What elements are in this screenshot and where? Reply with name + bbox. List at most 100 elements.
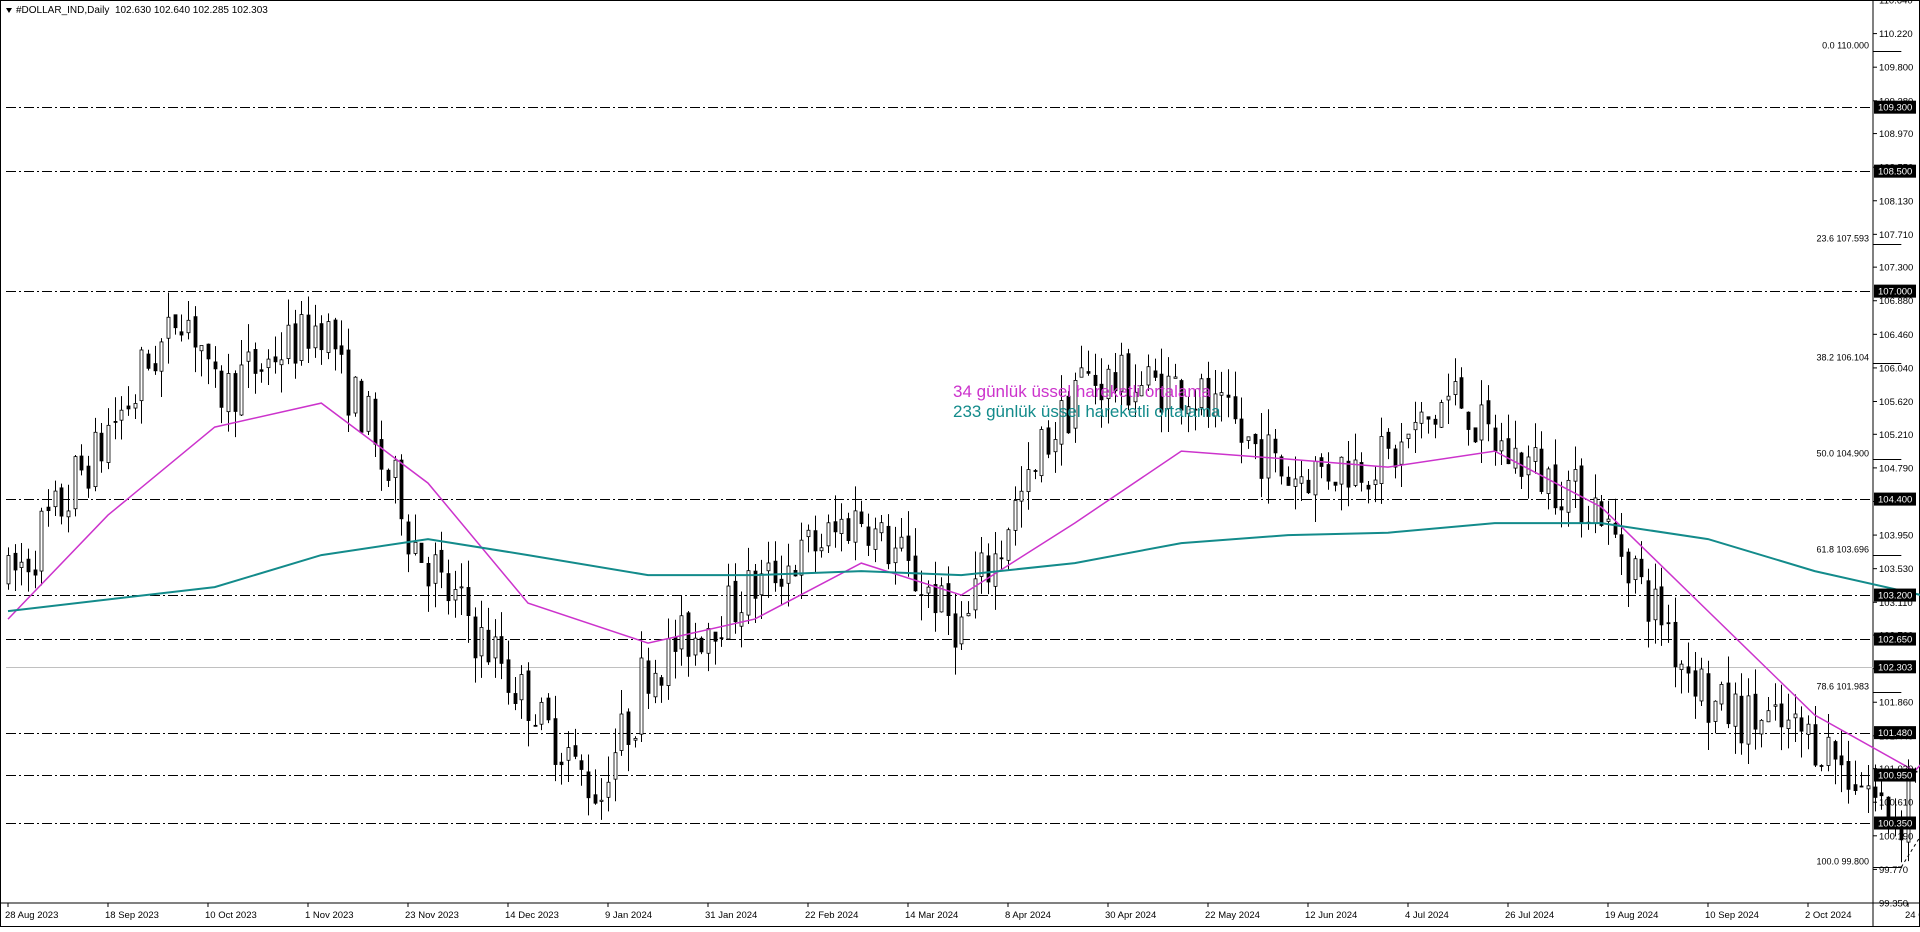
- candle-body: [1426, 416, 1431, 420]
- candle-body: [93, 431, 98, 488]
- candle-body: [946, 583, 951, 616]
- candle-body: [346, 349, 351, 416]
- candle-body: [1526, 456, 1531, 476]
- candle-body: [1466, 411, 1471, 430]
- candle-body: [1306, 479, 1311, 494]
- candle-body: [953, 613, 958, 648]
- candle-body: [333, 319, 338, 350]
- candle-body: [839, 518, 844, 534]
- candle-body: [1866, 785, 1871, 790]
- candle-body: [1019, 490, 1024, 502]
- candle-body: [186, 319, 191, 334]
- candle-body: [1273, 438, 1278, 454]
- candle-body: [639, 657, 644, 735]
- fibonacci-level-label: 61.8 103.696: [1816, 545, 1869, 555]
- candle-body: [1239, 418, 1244, 443]
- candle-body: [506, 659, 511, 693]
- price-tick-label: 108.970: [1879, 129, 1913, 140]
- candle-body: [853, 510, 858, 543]
- candle-body: [1773, 704, 1778, 707]
- candle-body: [359, 380, 364, 433]
- chart-border: [0, 0, 1920, 927]
- candle-body: [99, 432, 104, 462]
- candle-body: [106, 424, 111, 463]
- candle-body: [866, 526, 871, 546]
- candle-body: [846, 518, 851, 541]
- candle-body: [446, 573, 451, 602]
- price-tick-label: 105.210: [1879, 430, 1913, 441]
- dropdown-triangle-icon[interactable]: [6, 7, 12, 13]
- candle-body: [1753, 693, 1758, 730]
- candle-body: [513, 693, 518, 704]
- candle-body: [1819, 765, 1824, 767]
- candle-body: [1446, 395, 1451, 401]
- candle-body: [1813, 724, 1818, 766]
- candle-body: [733, 580, 738, 623]
- candle-body: [199, 345, 204, 352]
- candle-body: [1479, 404, 1484, 441]
- candle-body: [1046, 427, 1051, 455]
- candle-body: [26, 558, 31, 573]
- candle-body: [339, 345, 344, 355]
- candle-body: [813, 530, 818, 552]
- candle-body: [1339, 456, 1344, 485]
- candle-body: [1399, 441, 1404, 465]
- candle-body: [1406, 433, 1411, 440]
- candle-body: [13, 552, 18, 571]
- candle-body: [479, 627, 484, 657]
- time-tick-label: 19 Aug 2024: [1605, 910, 1658, 921]
- candle-body: [433, 554, 438, 584]
- candle-body: [1039, 429, 1044, 477]
- candle-body: [379, 439, 384, 470]
- candle-body: [1733, 693, 1738, 727]
- price-tick-label: 109.800: [1879, 63, 1913, 74]
- candle-body: [1546, 468, 1551, 494]
- candle-body: [799, 539, 804, 576]
- price-tick-label: 106.880: [1879, 296, 1913, 307]
- candle-body: [599, 799, 604, 802]
- candle-body: [53, 490, 58, 508]
- candle-body: [373, 398, 378, 445]
- candle-body: [593, 794, 598, 804]
- candle-body: [46, 506, 51, 512]
- candle-body: [1326, 464, 1331, 482]
- candle-body: [1173, 376, 1178, 379]
- candle-body: [1693, 670, 1698, 697]
- candle-body: [1659, 586, 1664, 626]
- candle-body: [1379, 436, 1384, 485]
- candle-body: [473, 616, 478, 659]
- candle-body: [806, 529, 811, 538]
- candle-body: [959, 616, 964, 645]
- candle-body: [386, 469, 391, 481]
- candle-body: [1293, 478, 1298, 487]
- candle-body: [1513, 447, 1518, 469]
- candle-body: [1299, 476, 1304, 484]
- candle-body: [246, 351, 251, 362]
- candle-body: [1026, 469, 1031, 493]
- candle-body: [1699, 668, 1704, 702]
- candle-body: [1619, 534, 1624, 557]
- candle-body: [86, 465, 91, 489]
- candle-body: [253, 349, 258, 374]
- price-tick-label: 101.860: [1879, 698, 1913, 709]
- candle-body: [1626, 551, 1631, 584]
- candle-body: [899, 536, 904, 549]
- price-level-badge-label: 100.950: [1878, 771, 1912, 782]
- price-level-badge-label: 100.350: [1878, 819, 1912, 830]
- candle-body: [1839, 755, 1844, 766]
- candle-body: [39, 510, 44, 572]
- candle-body: [66, 510, 71, 518]
- candle-body: [226, 373, 231, 413]
- chart-area: 0.0 110.000 23.6 107.593 38.2 106.104 50.0 …: [0, 0, 1920, 927]
- candle-body: [1013, 500, 1018, 531]
- candle-body: [573, 745, 578, 757]
- price-tick-label: 103.950: [1879, 531, 1913, 542]
- candle-body: [159, 341, 164, 372]
- candle-body: [73, 456, 78, 510]
- candle-body: [1419, 411, 1424, 424]
- price-tick-label: 103.530: [1879, 564, 1913, 575]
- candle-body: [79, 455, 84, 471]
- candle-body: [613, 752, 618, 780]
- candle-body: [239, 364, 244, 416]
- candle-body: [1439, 402, 1444, 428]
